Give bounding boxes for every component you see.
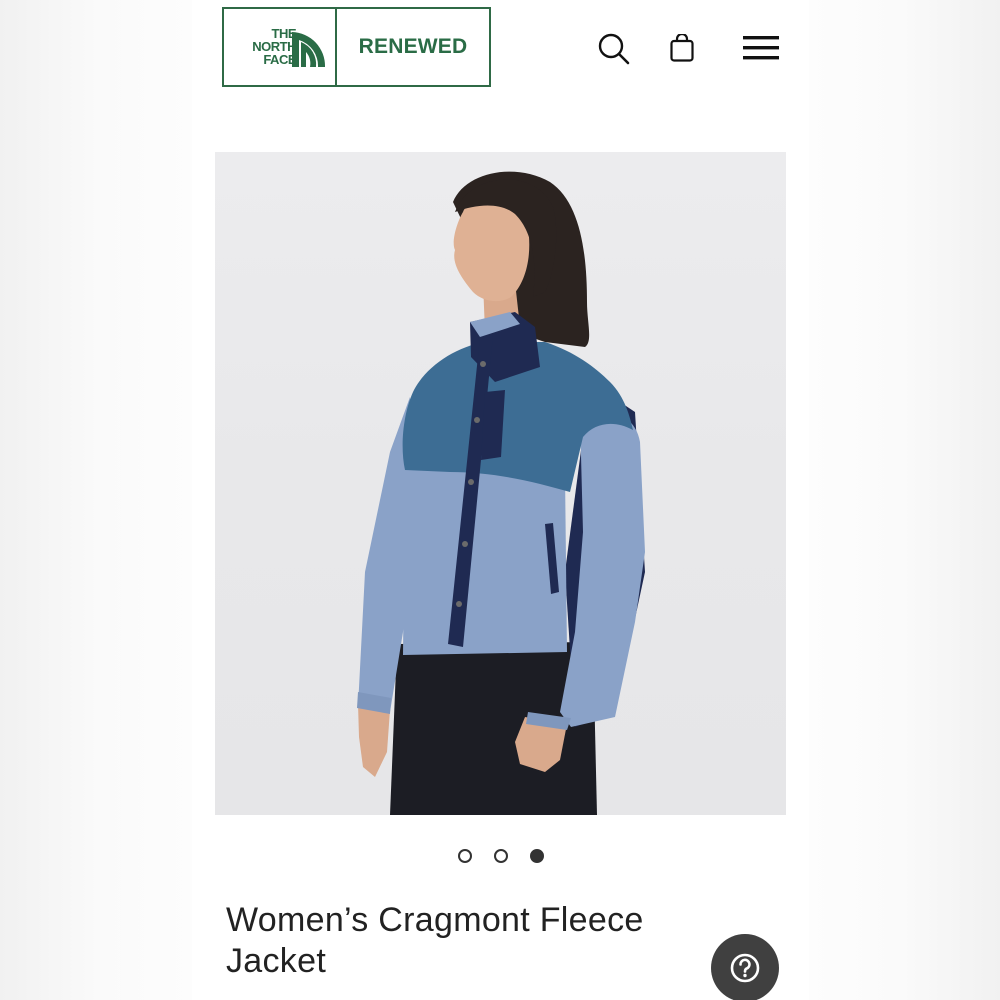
product-title: Women’s Cragmont Fleece Jacket: [226, 901, 644, 980]
carousel-dot-1[interactable]: [457, 849, 472, 863]
image-carousel-dots: [192, 849, 809, 867]
product-photo[interactable]: [215, 152, 786, 815]
carousel-dot-3-active[interactable]: [529, 849, 544, 863]
tnf-logo: THE NORTH FACE: [224, 9, 337, 85]
shopping-bag-icon[interactable]: [670, 34, 694, 62]
mobile-page: THE NORTH FACE RENEWED Women’s Cragmont …: [192, 0, 809, 1000]
renewed-label-wrap: RENEWED: [337, 9, 489, 85]
search-icon[interactable]: [598, 33, 630, 65]
half-dome-icon: [292, 32, 326, 67]
renewed-wordmark: RENEWED: [358, 35, 468, 58]
question-icon: [730, 953, 760, 983]
brand-logo[interactable]: THE NORTH FACE RENEWED: [222, 7, 491, 87]
product-photo-illustration: [357, 171, 645, 815]
logo-line-3: FACE: [263, 52, 296, 67]
help-button[interactable]: [711, 934, 779, 1000]
hamburger-menu-icon[interactable]: [743, 36, 779, 60]
tnf-wordmark: THE NORTH FACE: [236, 27, 296, 66]
carousel-dot-2[interactable]: [493, 849, 508, 863]
